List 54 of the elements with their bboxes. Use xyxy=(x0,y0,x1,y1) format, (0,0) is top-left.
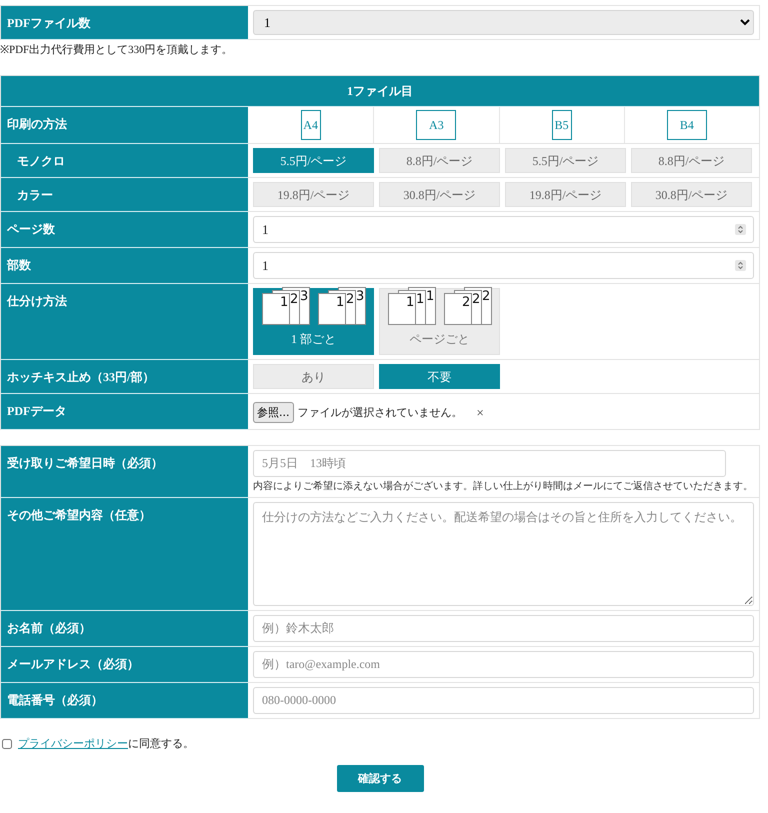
field-label: モノクロ xyxy=(1,144,248,178)
note-text: ※PDF出力代行費用として330円を頂戴します。 xyxy=(0,43,234,57)
price-option[interactable]: 19.8円/ページ xyxy=(505,182,626,207)
field-label: 仕分け方法 xyxy=(1,284,248,360)
field-label: カラー xyxy=(1,178,248,212)
field-label: PDFデータ xyxy=(1,394,248,430)
sorting-option[interactable]: 1 1 1 2 2 2 ページごと xyxy=(379,288,500,355)
paper-size-option[interactable]: B5 xyxy=(552,110,572,140)
confirm-button[interactable]: 確認する xyxy=(336,765,424,792)
clear-button[interactable]: × xyxy=(476,405,484,421)
hint-text: 内容によりご希望に添えない場合がございます。詳しい仕上がり時間はメールにてご返信させていただきます。 xyxy=(253,481,754,493)
paper-size-option[interactable]: A3 xyxy=(416,110,456,140)
price-option[interactable]: 5.5円/ページ xyxy=(253,148,374,173)
input-field[interactable]: 例）鈴木太郎 xyxy=(253,615,754,642)
staple-option[interactable]: あり xyxy=(253,364,374,389)
page-count-field[interactable]: 1 xyxy=(253,216,754,243)
file-status: ファイルが選択されていません。 xyxy=(298,406,462,420)
price-option[interactable]: 30.8円/ページ xyxy=(631,182,752,207)
file-count-select[interactable]: 1 xyxy=(253,10,754,35)
paper-size-option[interactable]: B4 xyxy=(666,110,707,140)
paper-size-option[interactable]: A4 xyxy=(300,110,321,140)
agree-text: に同意する。 xyxy=(128,737,194,751)
staple-option[interactable]: 不要 xyxy=(379,364,500,389)
spinner-icon[interactable] xyxy=(735,260,746,271)
field-label: 印刷の方法 xyxy=(1,107,248,144)
section-header: 1ファイル目 xyxy=(1,76,759,107)
copies-field[interactable]: 1 xyxy=(253,252,754,279)
input-field[interactable]: 080-0000-0000 xyxy=(253,687,754,714)
field-label: ページ数 xyxy=(1,212,248,248)
message-field[interactable]: 仕分けの方法などご入力ください。配送希望の場合はその旨と住所を入力してください。 xyxy=(253,502,754,606)
privacy-checkbox[interactable] xyxy=(2,739,12,749)
price-option[interactable]: 8.8円/ページ xyxy=(379,148,500,173)
price-option[interactable]: 19.8円/ページ xyxy=(253,182,374,207)
input-field[interactable]: 5月5日 13時頃 xyxy=(253,450,726,477)
sorting-option[interactable]: 1 2 3 1 2 3 1 部ごと xyxy=(253,288,374,355)
price-option[interactable]: 8.8円/ページ xyxy=(631,148,752,173)
page-stack-drawing: 1 2 3 xyxy=(262,287,310,325)
field-label: ホッチキス止め（33円/部） xyxy=(1,360,248,394)
field-label: メールアドレス（必須） xyxy=(1,647,248,683)
spinner-icon[interactable] xyxy=(735,224,746,235)
page-stack-drawing: 1 2 3 xyxy=(318,287,366,325)
privacy-link[interactable]: プライバシーポリシー xyxy=(18,737,128,751)
page-stack-drawing: 1 1 1 xyxy=(388,287,436,325)
input-field[interactable]: 例）taro@example.com xyxy=(253,651,754,678)
page-stack-drawing: 2 2 2 xyxy=(444,287,492,325)
browse-button[interactable]: 参照... xyxy=(253,402,294,423)
field-label: PDFファイル数 xyxy=(1,6,248,40)
price-option[interactable]: 30.8円/ページ xyxy=(379,182,500,207)
field-label: 受け取りご希望日時（必須） xyxy=(1,446,248,498)
field-label: その他ご希望内容（任意） xyxy=(1,498,248,611)
price-option[interactable]: 5.5円/ページ xyxy=(505,148,626,173)
field-label: 電話番号（必須） xyxy=(1,683,248,719)
field-label: 部数 xyxy=(1,248,248,284)
field-label: お名前（必須） xyxy=(1,611,248,647)
